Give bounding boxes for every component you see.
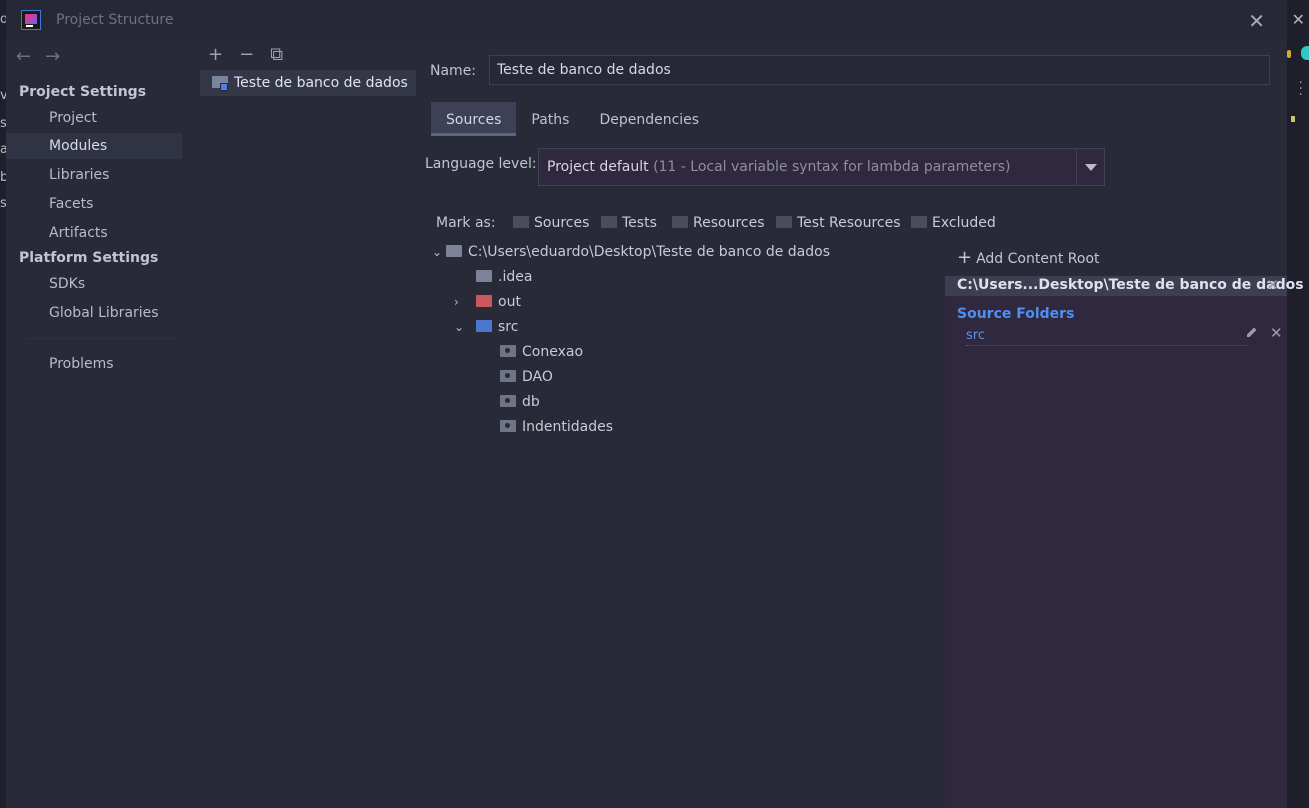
- tree-item-src[interactable]: ⌄ src: [454, 316, 518, 338]
- tab-dependencies[interactable]: Dependencies: [584, 102, 714, 136]
- resources-folder-icon: [672, 216, 688, 228]
- mark-as-label: Mark as:: [436, 215, 496, 231]
- tree-item-dao[interactable]: DAO: [500, 366, 553, 388]
- sidebar-item-problems[interactable]: Problems: [6, 351, 196, 377]
- module-toolbar: + − ⧉: [208, 44, 299, 65]
- tree-item-idea[interactable]: .idea: [476, 266, 532, 288]
- forward-arrow-icon[interactable]: →: [45, 46, 60, 67]
- chevron-down-icon[interactable]: ⌄: [432, 241, 446, 263]
- test-resources-folder-icon: [776, 216, 792, 228]
- background-more-icon: · · ·: [1298, 75, 1303, 103]
- sidebar-item-global-libraries[interactable]: Global Libraries: [6, 300, 196, 326]
- platform-settings-heading: Platform Settings: [19, 250, 159, 266]
- folder-icon: [446, 245, 462, 257]
- content-root-path: C:\Users...Desktop\Teste de banco de dad…: [957, 277, 1304, 293]
- language-level-detail: (11 - Local variable syntax for lambda p…: [653, 159, 1011, 175]
- folder-icon: [476, 270, 492, 282]
- source-folder-icon: [476, 320, 492, 332]
- tests-folder-icon: [601, 216, 617, 228]
- nav-arrows: ← →: [16, 46, 74, 67]
- sidebar-item-facets[interactable]: Facets: [6, 191, 196, 217]
- sidebar-divider: [26, 338, 176, 339]
- plus-icon: +: [957, 247, 973, 268]
- package-icon: [500, 345, 516, 357]
- mark-as-tests-button[interactable]: Tests: [601, 215, 657, 231]
- module-settings-panel: Name: SourcesPathsDependencies Language …: [418, 40, 1304, 808]
- content-root-panel: [945, 276, 1287, 808]
- sidebar-item-libraries[interactable]: Libraries: [6, 162, 196, 188]
- source-folder-item[interactable]: src: [966, 328, 1248, 346]
- tab-sources[interactable]: Sources: [431, 102, 517, 136]
- module-list-panel: + − ⧉ Teste de banco de dados: [196, 40, 418, 808]
- background-indicator-icon: [1287, 50, 1291, 58]
- language-level-select[interactable]: Project default (11 - Local variable syn…: [538, 148, 1105, 186]
- window-title: Project Structure: [56, 12, 174, 28]
- mark-as-test-resources-button[interactable]: Test Resources: [776, 215, 901, 231]
- source-folders-heading: Source Folders: [957, 306, 1075, 322]
- intellij-app-icon: [21, 10, 41, 30]
- package-icon: [500, 420, 516, 432]
- language-level-value: Project default: [547, 159, 649, 175]
- excluded-folder-icon: [476, 295, 492, 307]
- module-tabs: Sources Paths Dependencies: [431, 102, 714, 136]
- chevron-right-icon[interactable]: ›: [454, 291, 468, 313]
- mark-as-resources-button[interactable]: Resources: [672, 215, 765, 231]
- remove-source-folder-icon[interactable]: ✕: [1270, 324, 1283, 342]
- mark-as-sources-button[interactable]: Sources: [513, 215, 589, 231]
- tree-item-conexao[interactable]: Conexao: [500, 341, 583, 363]
- module-item-label: Teste de banco de dados: [234, 75, 408, 91]
- sidebar-item-sdks[interactable]: SDKs: [6, 271, 196, 297]
- tree-item-out[interactable]: › out: [454, 291, 521, 313]
- add-content-root-button[interactable]: + Add Content Root: [957, 247, 1100, 268]
- module-item[interactable]: Teste de banco de dados: [200, 70, 416, 96]
- remove-content-root-icon[interactable]: ✕: [1266, 276, 1279, 294]
- tree-item-db[interactable]: db: [500, 391, 540, 413]
- copy-icon[interactable]: ⧉: [270, 44, 283, 65]
- back-arrow-icon[interactable]: ←: [16, 46, 31, 67]
- sources-folder-icon: [513, 216, 529, 228]
- background-ide-right-edge: ✕ · · ·: [1287, 0, 1309, 808]
- package-icon: [500, 370, 516, 382]
- module-folder-icon: [212, 76, 228, 91]
- mark-as-excluded-button[interactable]: Excluded: [911, 215, 996, 231]
- tree-item-indentidades[interactable]: Indentidades: [500, 416, 613, 438]
- background-edit-icon: [1291, 116, 1295, 122]
- add-icon[interactable]: +: [208, 44, 223, 65]
- dropdown-arrow-icon[interactable]: [1076, 149, 1104, 185]
- project-settings-heading: Project Settings: [19, 84, 147, 100]
- name-label: Name:: [430, 63, 477, 79]
- settings-sidebar: ← → Project Settings Project Modules Libr…: [6, 40, 196, 808]
- background-close-icon: ✕: [1291, 10, 1305, 29]
- package-icon: [500, 395, 516, 407]
- language-level-label: Language level:: [425, 156, 537, 172]
- edit-pencil-icon[interactable]: [1246, 326, 1258, 338]
- chevron-down-icon[interactable]: ⌄: [454, 316, 468, 338]
- close-button[interactable]: ✕: [1248, 9, 1265, 33]
- title-bar: Project Structure ✕: [6, 0, 1287, 40]
- sidebar-item-project[interactable]: Project: [6, 105, 196, 131]
- module-name-input[interactable]: [489, 55, 1270, 85]
- sidebar-item-artifacts[interactable]: Artifacts: [6, 220, 196, 246]
- excluded-folder-icon: [911, 216, 927, 228]
- tree-root-label: C:\Users\eduardo\Desktop\Teste de banco …: [468, 244, 831, 260]
- project-structure-dialog: Project Structure ✕ ← → Project Settings …: [6, 0, 1304, 808]
- tree-root-row[interactable]: ⌄ C:\Users\eduardo\Desktop\Teste de banco…: [432, 241, 830, 263]
- background-plugin-icon: [1301, 46, 1309, 60]
- tab-paths[interactable]: Paths: [516, 102, 584, 136]
- remove-icon[interactable]: −: [239, 44, 254, 65]
- sidebar-item-modules[interactable]: Modules: [6, 133, 182, 159]
- content-root-header: C:\Users...Desktop\Teste de banco de dad…: [945, 276, 1304, 296]
